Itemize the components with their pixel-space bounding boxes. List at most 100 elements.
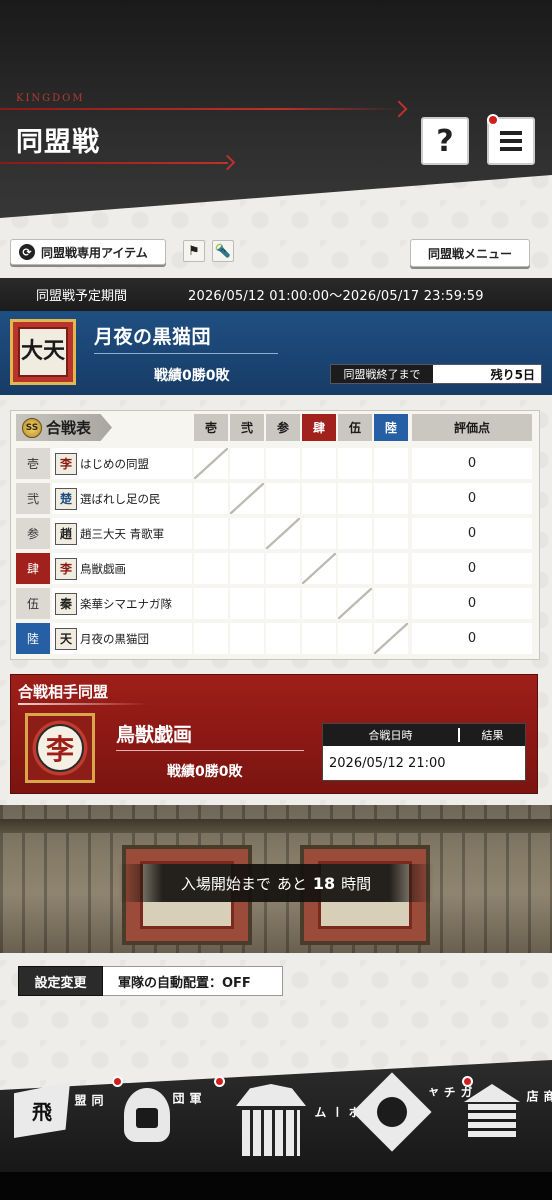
row-alliance-name: 李 はじめの同盟 [52,448,192,479]
row-score: 0 [412,448,532,479]
alliance-end-label: 同盟戦終了まで [331,365,433,383]
matchup-cell [338,553,372,584]
matchup-cell-self [230,483,264,514]
matchup-cell [266,623,300,654]
flag-item-icon[interactable]: ⚑ [183,240,205,262]
matchup-cell [302,483,336,514]
alliance-end-box: 同盟戦終了まで 残り5日 [330,364,542,384]
col-head-5: 伍 [338,414,372,441]
col-head-4: 肆 [302,414,336,441]
matchup-cell-self [194,448,228,479]
matchup-cell [194,588,228,619]
bottom-strip [0,1172,552,1200]
matchup-cell [374,483,408,514]
kingdom-divider [0,108,400,110]
matchup-cell [230,623,264,654]
table-row[interactable]: 弐 楚 選ばれし足の民 0 [10,481,540,516]
home-notification-dot [214,1076,225,1087]
opponent-name: 鳥獣戯画 [116,724,193,746]
matchup-cell [266,483,300,514]
matchup-cell [374,553,408,584]
settings-change-button[interactable]: 設定変更 [18,966,103,996]
period-value: 2026/05/12 01:00:00～2026/05/17 23:59:59 [188,289,484,304]
matchup-cell [194,483,228,514]
matchup-cell [230,518,264,549]
refresh-icon: ⟳ [19,244,35,260]
matchup-cell [338,518,372,549]
row-index: 肆 [16,553,50,584]
matchup-cell [302,588,336,619]
opponent-record: 戦績0勝0敗 [167,764,243,780]
countdown-prefix: 入場開始まで [180,874,271,893]
countdown-suffix: 時間 [341,874,372,893]
row-alliance-name: 李 鳥獣戯画 [52,553,192,584]
table-row[interactable]: 陸 天 月夜の黒猫団 0 [10,621,540,656]
col-head-6: 陸 [374,414,408,441]
battle-table-title-text: 合戦表 [46,419,92,437]
title-divider [0,162,228,164]
row-index: 弐 [16,483,50,514]
hamburger-icon [500,131,522,151]
opponent-name-underline [116,750,304,751]
row-name-text: 趙三大天 青歌軍 [80,526,165,541]
alliance-mini-emblem: 李 [55,557,77,580]
matchup-cell [338,623,372,654]
battle-date-value: 2026/05/12 21:00 [329,755,446,771]
battle-table-title: SS 合戦表 [16,414,112,441]
matchup-cell-self [266,518,300,549]
alliance-name: 月夜の黒猫団 [94,326,212,348]
col-head-3: 参 [266,414,300,441]
battle-result-label: 結果 [481,729,504,742]
matchup-cell [230,588,264,619]
table-row[interactable]: 肆 李 鳥獣戯画 0 [10,551,540,586]
battle-table-header: SS 合戦表 壱 弐 参 肆 伍 陸 評価点 [10,410,540,444]
row-index: 伍 [16,588,50,619]
alliance-emblem-text: 大天 [18,327,68,377]
matchup-cell-self [374,623,408,654]
matchup-cell-self [338,588,372,619]
page-title: 同盟戦 [16,127,100,158]
alliance-menu-button[interactable]: 同盟戦メニュー [410,239,530,267]
matchup-cell [302,623,336,654]
row-name-text: はじめの同盟 [80,456,149,471]
helmet-icon [124,1088,170,1142]
matchup-cell [266,588,300,619]
row-score: 0 [412,483,532,514]
castle-icon [236,1084,306,1164]
matchup-cell [374,448,408,479]
matchup-cell [338,483,372,514]
alliance-record: 戦績0勝0敗 [154,368,230,384]
nav-shop-label: 商店 [525,1090,552,1103]
matchup-cell-self [302,553,336,584]
matchup-cell [194,518,228,549]
alliance-items-button[interactable]: ⟳ 同盟戦専用アイテム [10,239,166,265]
opponent-title-underline [18,703,148,705]
matchup-cell [266,553,300,584]
row-name-text: 鳥獣戯画 [80,561,126,576]
row-score: 0 [412,518,532,549]
help-button[interactable]: ? [421,117,469,165]
alliance-end-value: 残り5日 [490,367,535,382]
alliance-mini-emblem: 秦 [55,592,77,615]
row-index: 壱 [16,448,50,479]
matchup-cell [374,588,408,619]
army-notification-dot [112,1076,123,1087]
row-score: 0 [412,588,532,619]
row-score: 0 [412,553,532,584]
battle-date-box: 合戦日時 結果 2026/05/12 21:00 [322,723,526,781]
torch-item-icon[interactable]: 🔦 [212,240,234,262]
opponent-emblem-text: 李 [36,724,84,772]
matchup-cell [230,448,264,479]
opponent-emblem: 李 [25,713,95,783]
table-row[interactable]: 壱 李 はじめの同盟 0 [10,446,540,481]
col-head-score: 評価点 [412,414,532,441]
row-name-text: 選ばれし足の民 [80,491,161,506]
ss-rank-icon: SS [22,417,42,438]
entry-countdown: 入場開始まで あと 18 時間 [118,864,434,902]
shop-notification-dot [462,1076,473,1087]
table-row[interactable]: 参 趙 趙三大天 青歌軍 0 [10,516,540,551]
matchup-cell [302,518,336,549]
table-row[interactable]: 伍 秦 楽華シマエナガ隊 0 [10,586,540,621]
arena-beam [0,819,552,833]
shop-building-icon [464,1084,520,1142]
